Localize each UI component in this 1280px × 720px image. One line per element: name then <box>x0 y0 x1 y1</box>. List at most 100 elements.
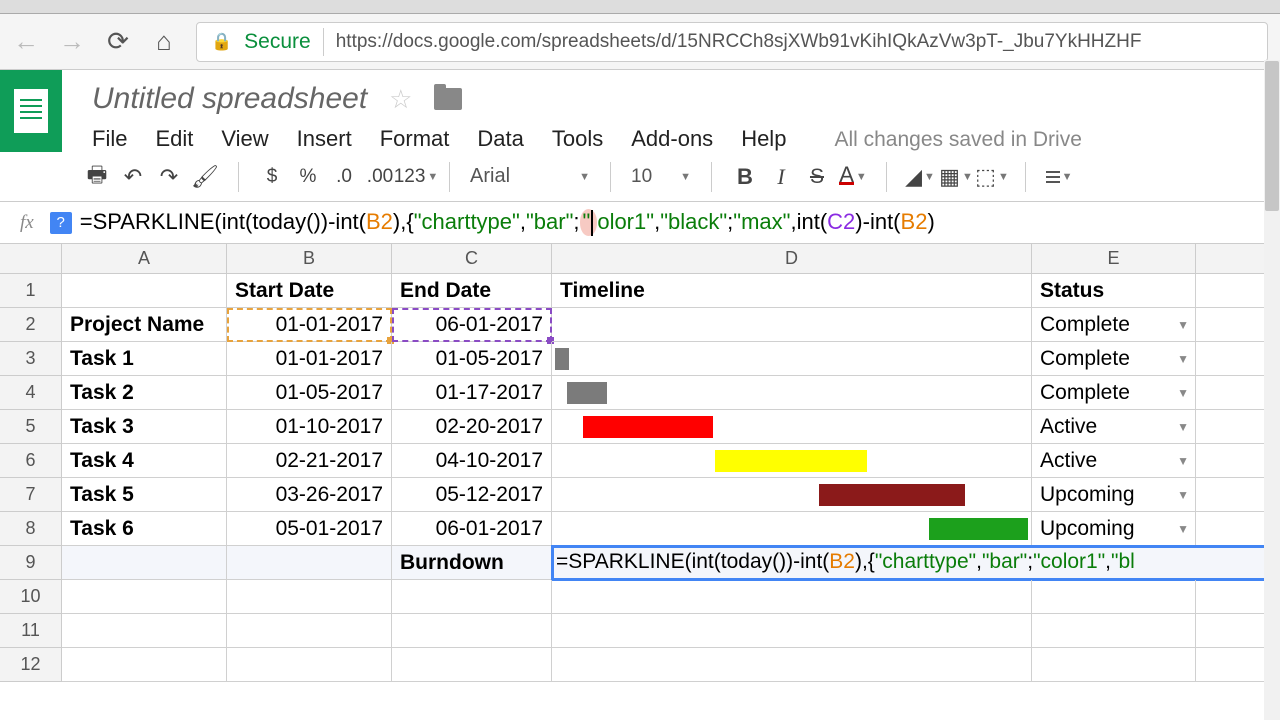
status-cell[interactable]: Complete▼ <box>1032 376 1196 410</box>
row-number[interactable]: 12 <box>0 648 62 682</box>
cell[interactable]: Task 4 <box>62 444 227 478</box>
col-header[interactable]: A <box>62 244 227 274</box>
align-button[interactable]: ▼ <box>1046 164 1072 190</box>
borders-button[interactable]: ▦▼ <box>943 164 969 190</box>
menu-view[interactable]: View <box>221 126 268 152</box>
cell[interactable]: Task 3 <box>62 410 227 444</box>
row-number[interactable]: 8 <box>0 512 62 546</box>
dec-decrease-button[interactable]: .0 <box>331 164 357 190</box>
cell[interactable]: 06-01-2017 <box>392 512 552 546</box>
menu-format[interactable]: Format <box>380 126 450 152</box>
cell[interactable] <box>392 614 552 648</box>
active-cell[interactable]: =SPARKLINE(int(today())-int(B2),{"chartt… <box>552 546 1276 580</box>
dropdown-arrow-icon[interactable]: ▼ <box>1177 352 1189 366</box>
italic-button[interactable]: I <box>768 164 794 190</box>
col-header[interactable]: E <box>1032 244 1196 274</box>
cell[interactable] <box>62 546 227 580</box>
menu-file[interactable]: File <box>92 126 127 152</box>
percent-button[interactable]: % <box>295 164 321 190</box>
cell[interactable] <box>62 648 227 682</box>
row-number[interactable]: 4 <box>0 376 62 410</box>
cell[interactable]: 01-10-2017 <box>227 410 392 444</box>
cell[interactable]: Status <box>1032 274 1196 308</box>
row-number[interactable]: 3 <box>0 342 62 376</box>
url-bar[interactable]: 🔒 Secure https://docs.google.com/spreads… <box>196 22 1268 62</box>
vertical-scrollbar[interactable] <box>1264 60 1280 720</box>
status-cell[interactable]: Upcoming▼ <box>1032 478 1196 512</box>
cell[interactable]: Task 1 <box>62 342 227 376</box>
cell[interactable]: 01-05-2017 <box>227 376 392 410</box>
formula-content[interactable]: =SPARKLINE(int(today())-int(B2),{"chartt… <box>80 209 935 236</box>
formula-help-icon[interactable]: ? <box>50 212 72 234</box>
timeline-cell[interactable] <box>552 478 1032 512</box>
row-number[interactable]: 11 <box>0 614 62 648</box>
timeline-cell[interactable] <box>552 410 1032 444</box>
cell[interactable]: Start Date <box>227 274 392 308</box>
cell[interactable]: 01-05-2017 <box>392 342 552 376</box>
dropdown-arrow-icon[interactable]: ▼ <box>1177 386 1189 400</box>
menu-help[interactable]: Help <box>741 126 786 152</box>
status-cell[interactable]: Complete▼ <box>1032 308 1196 342</box>
cell[interactable] <box>62 274 227 308</box>
timeline-cell[interactable] <box>552 444 1032 478</box>
cell[interactable]: 04-10-2017 <box>392 444 552 478</box>
cell[interactable]: 02-20-2017 <box>392 410 552 444</box>
cell[interactable] <box>392 648 552 682</box>
cell[interactable]: Timeline <box>552 274 1032 308</box>
cell[interactable]: 01-01-2017 <box>227 308 392 342</box>
dropdown-arrow-icon[interactable]: ▼ <box>1177 522 1189 536</box>
cell[interactable]: 03-26-2017 <box>227 478 392 512</box>
menu-edit[interactable]: Edit <box>155 126 193 152</box>
cell[interactable]: 05-01-2017 <box>227 512 392 546</box>
redo-button[interactable]: ↷ <box>156 164 182 190</box>
timeline-cell[interactable] <box>552 512 1032 546</box>
cell[interactable] <box>62 580 227 614</box>
cell[interactable]: 02-21-2017 <box>227 444 392 478</box>
cell[interactable]: Task 2 <box>62 376 227 410</box>
col-header[interactable]: C <box>392 244 552 274</box>
cell[interactable] <box>392 580 552 614</box>
dropdown-arrow-icon[interactable]: ▼ <box>1177 454 1189 468</box>
row-number[interactable]: 10 <box>0 580 62 614</box>
nav-forward-button[interactable]: → <box>58 28 86 56</box>
cell[interactable]: 05-12-2017 <box>392 478 552 512</box>
timeline-cell[interactable] <box>552 308 1032 342</box>
paint-format-button[interactable]: 🖌 <box>192 164 218 190</box>
cell[interactable] <box>1032 614 1196 648</box>
cell[interactable]: Task 5 <box>62 478 227 512</box>
strike-button[interactable]: S <box>804 164 830 190</box>
scrollbar-thumb[interactable] <box>1265 61 1279 211</box>
more-formats-button[interactable]: 123▼ <box>403 164 429 190</box>
row-number[interactable]: 7 <box>0 478 62 512</box>
sheets-logo[interactable] <box>0 70 62 152</box>
cell[interactable] <box>552 614 1032 648</box>
timeline-cell[interactable] <box>552 376 1032 410</box>
status-cell[interactable]: Upcoming▼ <box>1032 512 1196 546</box>
folder-icon[interactable] <box>434 88 462 110</box>
menu-insert[interactable]: Insert <box>297 126 352 152</box>
menu-tools[interactable]: Tools <box>552 126 603 152</box>
status-cell[interactable]: Active▼ <box>1032 410 1196 444</box>
cell[interactable]: 06-01-2017 <box>392 308 552 342</box>
cell[interactable]: Burndown <box>392 546 552 580</box>
document-title[interactable]: Untitled spreadsheet <box>92 82 367 116</box>
col-header[interactable]: B <box>227 244 392 274</box>
font-size-select[interactable]: 10▼ <box>631 166 691 188</box>
cell[interactable]: Project Name <box>62 308 227 342</box>
cell[interactable] <box>552 580 1032 614</box>
status-cell[interactable]: Active▼ <box>1032 444 1196 478</box>
dropdown-arrow-icon[interactable]: ▼ <box>1177 318 1189 332</box>
cell[interactable] <box>1032 648 1196 682</box>
timeline-cell[interactable] <box>552 342 1032 376</box>
cell[interactable]: 01-17-2017 <box>392 376 552 410</box>
nav-reload-button[interactable]: ⟳ <box>104 28 132 56</box>
dropdown-arrow-icon[interactable]: ▼ <box>1177 420 1189 434</box>
dec-increase-button[interactable]: .00 <box>367 164 393 190</box>
formula-bar[interactable]: fx ? =SPARKLINE(int(today())-int(B2),{"c… <box>0 202 1280 244</box>
print-button[interactable]: 🖶 <box>84 164 110 190</box>
cell[interactable] <box>227 546 392 580</box>
menu-data[interactable]: Data <box>477 126 523 152</box>
dropdown-arrow-icon[interactable]: ▼ <box>1177 488 1189 502</box>
row-number[interactable]: 5 <box>0 410 62 444</box>
row-number[interactable]: 9 <box>0 546 62 580</box>
